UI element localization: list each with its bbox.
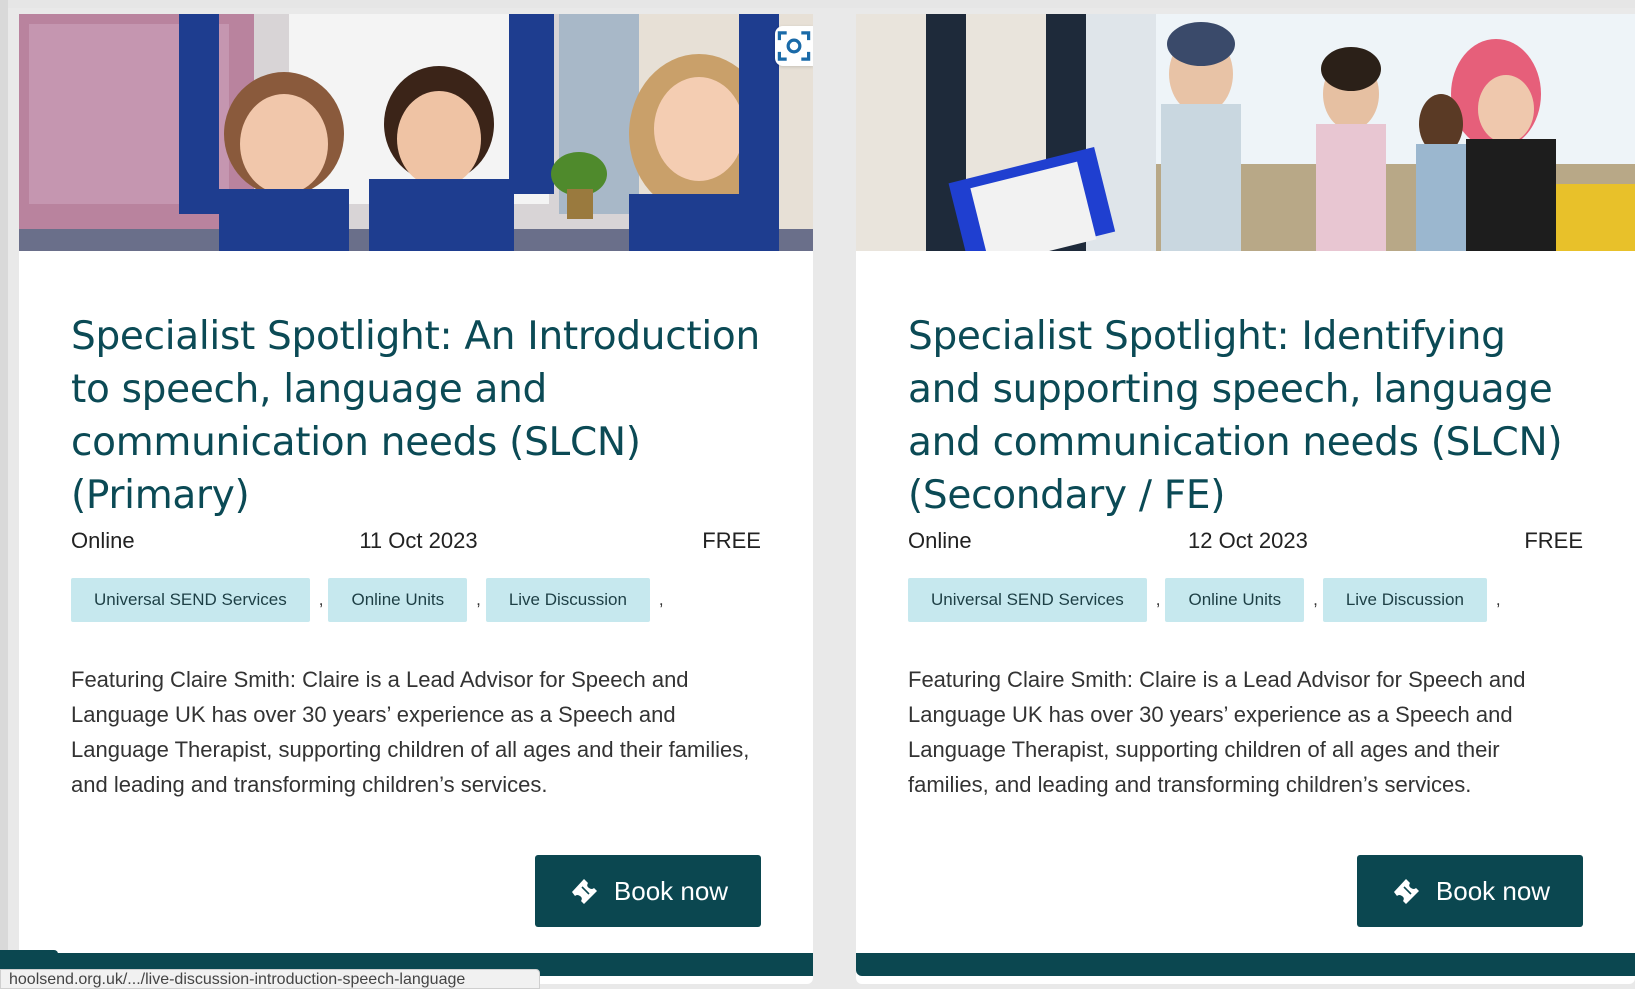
tag-live-discussion[interactable]: Live Discussion bbox=[1322, 578, 1487, 622]
tag-universal-send-services[interactable]: Universal SEND Services bbox=[71, 578, 310, 622]
classroom-children-photo bbox=[19, 14, 813, 251]
tag-separator: , bbox=[476, 590, 481, 609]
visual-search-button[interactable] bbox=[775, 26, 813, 66]
ticket-icon bbox=[1393, 879, 1419, 904]
tag-online-units[interactable]: Online Units bbox=[1165, 578, 1305, 622]
event-meta: Online 12 Oct 2023 FREE bbox=[908, 526, 1583, 556]
event-description: Featuring Claire Smith: Claire is a Lead… bbox=[908, 667, 1526, 797]
book-now-button[interactable]: Book now bbox=[535, 855, 761, 927]
tag-online-units[interactable]: Online Units bbox=[328, 578, 468, 622]
browser-status-bar: hoolsend.org.uk/.../live-discussion-intr… bbox=[0, 969, 540, 989]
event-title[interactable]: Specialist Spotlight: An Introduction to… bbox=[71, 310, 761, 522]
tag-separator: , bbox=[658, 590, 664, 609]
tag-universal-send-services[interactable]: Universal SEND Services bbox=[908, 578, 1147, 622]
event-location: Online bbox=[908, 528, 972, 553]
ticket-icon bbox=[571, 879, 597, 904]
tag-separator: , bbox=[1313, 590, 1318, 609]
event-meta: Online 11 Oct 2023 FREE bbox=[71, 526, 761, 556]
event-image-primary bbox=[19, 14, 813, 251]
tag-separator: , bbox=[1495, 590, 1501, 609]
students-classroom-photo bbox=[856, 14, 1635, 251]
page-top-strip bbox=[0, 0, 1635, 8]
book-now-label: Book now bbox=[613, 875, 729, 906]
event-card-body: Specialist Spotlight: An Introduction to… bbox=[71, 251, 761, 802]
event-title[interactable]: Specialist Spotlight: Identifying and su… bbox=[908, 310, 1583, 522]
book-now-label: Book now bbox=[1435, 875, 1551, 906]
event-tags: Universal SEND Services , Online Units ,… bbox=[71, 578, 761, 622]
event-date: 11 Oct 2023 bbox=[359, 528, 478, 553]
event-card-body: Specialist Spotlight: Identifying and su… bbox=[908, 251, 1583, 802]
event-card-primary: Specialist Spotlight: An Introduction to… bbox=[19, 14, 813, 984]
event-date: 12 Oct 2023 bbox=[1188, 528, 1308, 553]
book-now-button[interactable]: Book now bbox=[1357, 855, 1583, 927]
event-description: Featuring Claire Smith: Claire is a Lead… bbox=[71, 667, 750, 797]
left-gutter bbox=[0, 0, 8, 989]
event-card-secondary: Specialist Spotlight: Identifying and su… bbox=[856, 14, 1635, 984]
visual-search-icon bbox=[777, 31, 811, 61]
event-image-secondary bbox=[856, 14, 1635, 251]
tag-live-discussion[interactable]: Live Discussion bbox=[485, 578, 650, 622]
event-tags: Universal SEND Services , Online Units ,… bbox=[908, 578, 1583, 622]
event-location: Online bbox=[71, 528, 135, 553]
tag-separator: , bbox=[318, 590, 324, 609]
event-price: FREE bbox=[702, 528, 761, 553]
event-price: FREE bbox=[1524, 528, 1583, 553]
tag-separator: , bbox=[1155, 590, 1161, 609]
card-footer-bar bbox=[856, 953, 1635, 976]
